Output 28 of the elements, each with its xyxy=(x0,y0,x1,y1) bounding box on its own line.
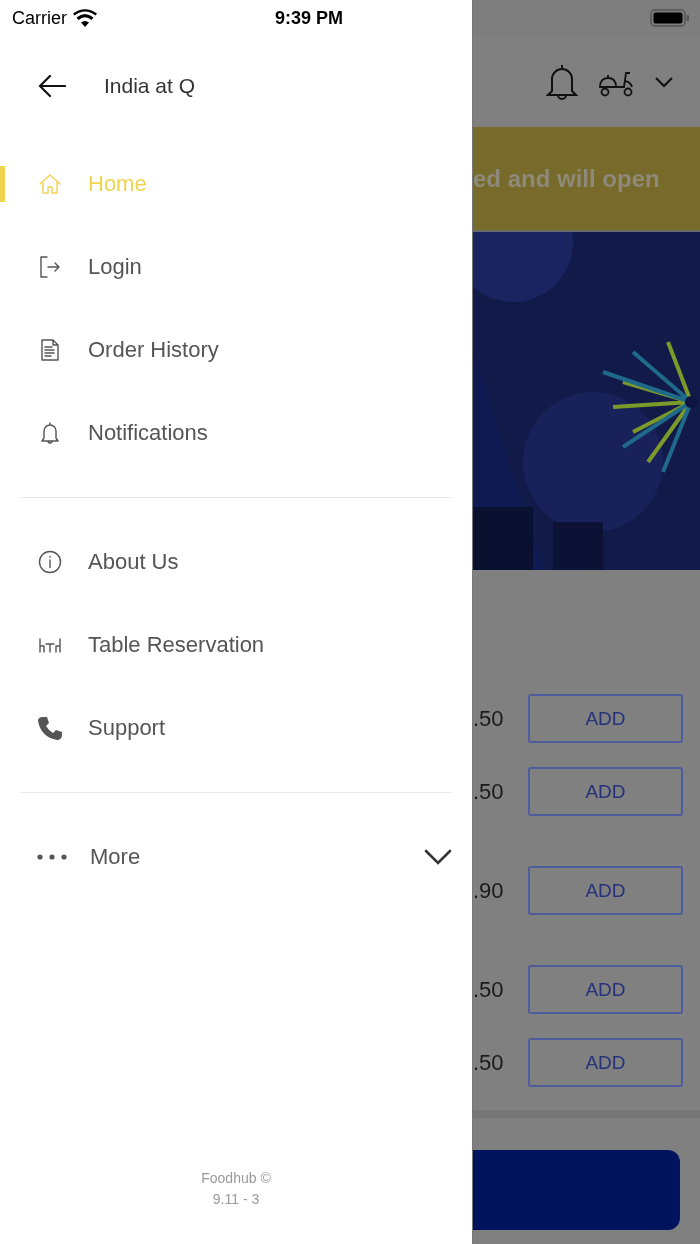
footer-text: 9.11 - 3 xyxy=(212,1190,260,1209)
info-icon xyxy=(37,548,63,575)
menu-item[interactable]: Notifications xyxy=(88,419,208,446)
notice-text: ed and will open xyxy=(473,164,660,193)
menu-item[interactable]: Login xyxy=(88,253,142,280)
menu-item[interactable]: Table Reservation xyxy=(88,631,265,658)
more-dots-icon xyxy=(37,853,67,860)
more-item[interactable]: More xyxy=(90,843,401,870)
menu-item[interactable]: Order History xyxy=(88,336,219,363)
back-arrow-icon[interactable] xyxy=(38,74,66,98)
price-text: .50 xyxy=(473,778,504,805)
carrier-label: Carrier xyxy=(12,7,67,29)
price-text: .90 xyxy=(473,877,504,904)
price-text: .50 xyxy=(473,705,504,732)
price-text: .50 xyxy=(473,1049,504,1076)
phone-icon xyxy=(37,714,63,741)
footer-text: Foodhub © xyxy=(201,1169,271,1188)
status-time: 9:39 PM xyxy=(275,7,344,29)
price-text: .50 xyxy=(473,976,504,1003)
menu-item[interactable]: Support xyxy=(88,714,166,741)
menu-item[interactable]: About Us xyxy=(88,548,179,575)
wifi-icon xyxy=(73,9,97,27)
bell-icon[interactable] xyxy=(546,62,578,101)
login-icon xyxy=(37,253,63,280)
battery-icon xyxy=(650,9,690,27)
chevron-icon[interactable] xyxy=(424,848,452,865)
checkout-button[interactable] xyxy=(473,1150,680,1230)
restaurant-title: India at Q xyxy=(104,74,196,98)
